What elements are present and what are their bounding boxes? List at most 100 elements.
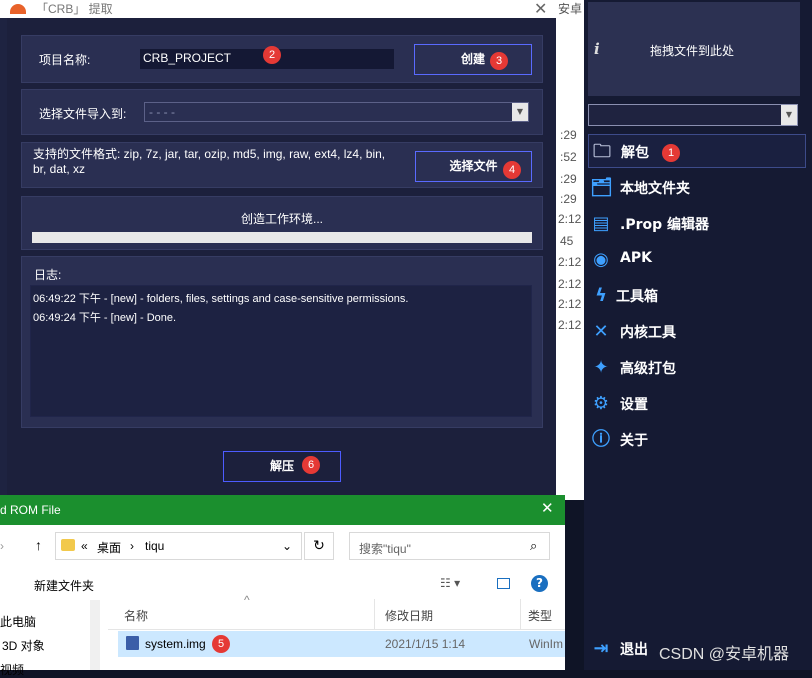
project-name-value: CRB_PROJECT: [143, 51, 232, 65]
path-folder[interactable]: tiqu: [145, 539, 164, 553]
chevron-down-icon[interactable]: ⌄: [282, 539, 292, 553]
sparkle-icon: ✦: [593, 357, 609, 378]
log-line: 06:49:24 下午 - [new] - Done.: [33, 312, 177, 324]
path-desktop[interactable]: 桌面: [97, 539, 121, 556]
background-text: :29: [560, 128, 577, 142]
step-badge: 3: [490, 52, 508, 70]
chevron-down-icon[interactable]: ▼: [512, 103, 528, 121]
import-label: 选择文件导入到:: [39, 107, 127, 121]
column-type[interactable]: 类型: [528, 607, 552, 624]
address-bar[interactable]: « 桌面 › tiqu ⌄: [55, 532, 302, 560]
background-text: 2:12: [558, 212, 582, 226]
disk-image-icon: [126, 636, 139, 650]
path-prefix: «: [81, 539, 88, 553]
status-panel: 创造工作环境...: [21, 196, 543, 250]
sidebar-item-label: .Prop 编辑器: [620, 217, 709, 233]
help-icon[interactable]: ?: [531, 575, 548, 592]
folder-icon: 🗀: [593, 141, 611, 162]
background-text: 2:12: [558, 318, 582, 332]
sidebar-item-label: 工具箱: [616, 289, 658, 305]
import-target-select[interactable]: - - - - ▼: [144, 102, 529, 122]
sidebar-item-label: 高级打包: [620, 361, 676, 377]
sidebar-item-advanced-pack[interactable]: ✦ 高级打包: [588, 351, 806, 385]
search-input[interactable]: 搜索"tiqu" ⌕: [349, 532, 550, 560]
dialog-titlebar: 「CRB」 提取 ✕: [0, 0, 556, 18]
preview-pane-icon[interactable]: [497, 578, 510, 589]
file-drop-zone[interactable]: i 拖拽文件到此处: [588, 2, 800, 96]
sidebar-item-about[interactable]: ⓘ 关于: [588, 423, 806, 457]
status-text: 创造工作环境...: [240, 212, 323, 226]
step-badge: 2: [263, 46, 281, 64]
back-arrow-icon[interactable]: ›: [0, 539, 4, 553]
step-badge: 5: [212, 635, 230, 653]
extract-button[interactable]: 解压: [223, 451, 341, 482]
background-window-strip: 安卓 :29 :52 :29 :29 2:12 45 2:12 2:12 2:1…: [556, 0, 586, 500]
column-date[interactable]: 修改日期: [385, 607, 433, 624]
log-panel: 日志: 06:49:22 下午 - [new] - folders, files…: [21, 256, 543, 428]
android-icon: ◉: [593, 249, 609, 270]
gear-icon: ⚙: [592, 393, 610, 414]
close-icon[interactable]: ✕: [541, 499, 554, 517]
sidebar-item-unpack[interactable]: 🗀 解包: [588, 134, 806, 168]
background-text: 2:12: [558, 255, 582, 269]
watermark: CSDN @安卓机器: [659, 646, 790, 663]
explorer-titlebar: d ROM File ✕: [0, 495, 565, 525]
tools-icon: ✕: [593, 321, 609, 342]
sidebar-item-toolbox[interactable]: ϟ 工具箱: [588, 279, 806, 313]
sort-chevron-icon: ^: [244, 593, 250, 607]
sidebar-item-label: 退出: [620, 642, 648, 658]
drop-zone-text: 拖拽文件到此处: [650, 44, 735, 58]
sidebar-select[interactable]: ▼: [588, 104, 798, 126]
sidebar-item-settings[interactable]: ⚙ 设置: [588, 387, 806, 421]
sidebar-item-label: 内核工具: [620, 325, 676, 341]
search-icon: ⌕: [530, 538, 538, 553]
nav-item-3d-objects[interactable]: 3D 对象: [2, 637, 45, 654]
formats-row: 支持的文件格式: zip, 7z, jar, tar, ozip, md5, i…: [21, 142, 543, 188]
create-button[interactable]: 创建: [414, 44, 532, 75]
background-text: 2:12: [558, 277, 582, 291]
dialog-title: 「CRB」 提取: [36, 2, 113, 16]
up-arrow-icon[interactable]: ↑: [35, 537, 42, 553]
log-area[interactable]: 06:49:22 下午 - [new] - folders, files, se…: [30, 285, 532, 417]
column-divider: [520, 599, 521, 629]
lightning-icon: ϟ: [595, 285, 607, 306]
background-text: 45: [560, 234, 574, 248]
new-folder-button[interactable]: 新建文件夹: [34, 577, 94, 594]
path-separator: ›: [130, 539, 134, 553]
import-row: 选择文件导入到: - - - - ▼: [21, 89, 543, 135]
column-divider: [374, 599, 375, 629]
app-logo-icon: [10, 4, 26, 14]
sidebar-item-prop-editor[interactable]: ▤ .Prop 编辑器: [588, 207, 806, 241]
nav-scrollbar[interactable]: [90, 600, 100, 670]
log-line: 06:49:22 下午 - [new] - folders, files, se…: [33, 293, 409, 305]
sidebar-item-kernel-tools[interactable]: ✕ 内核工具: [588, 315, 806, 349]
explorer-title: d ROM File: [0, 503, 61, 517]
sidebar-item-label: 设置: [620, 397, 648, 413]
chevron-down-icon[interactable]: ▼: [781, 105, 797, 125]
file-type: WinIm: [529, 637, 563, 651]
nav-item-this-pc[interactable]: 此电脑: [0, 613, 36, 630]
column-header-row: 名称 ^ 修改日期 类型: [108, 593, 565, 630]
sidebar-item-local-folder[interactable]: 🗂 本地文件夹: [588, 171, 806, 205]
view-options-icon[interactable]: ☷ ▾: [440, 576, 460, 590]
formats-text: 支持的文件格式: zip, 7z, jar, tar, ozip, md5, i…: [33, 147, 386, 176]
search-placeholder: 搜索"tiqu": [359, 542, 411, 556]
background-text: :52: [560, 150, 577, 164]
column-name[interactable]: 名称: [124, 607, 148, 624]
step-badge: 4: [503, 161, 521, 179]
file-name: system.img: [145, 637, 206, 651]
info-circle-icon: ⓘ: [592, 429, 610, 450]
step-badge: 1: [662, 144, 680, 162]
progress-bar: [32, 232, 532, 243]
dialog-body: 项目名称: CRB_PROJECT 创建 选择文件导入到: - - - - ▼ …: [7, 18, 556, 500]
background-text: :29: [560, 192, 577, 206]
file-row[interactable]: system.img 2021/1/15 1:14 WinIm: [118, 631, 565, 657]
document-icon: ▤: [592, 213, 610, 234]
refresh-icon[interactable]: ↻: [304, 532, 334, 560]
close-icon[interactable]: ✕: [534, 0, 547, 18]
sidebar-item-label: APK: [620, 250, 652, 266]
import-target-value: - - - -: [149, 105, 175, 119]
sidebar-item-apk[interactable]: ◉ APK: [588, 243, 806, 277]
folder-icon: [61, 539, 75, 551]
background-text: 2:12: [558, 297, 582, 311]
